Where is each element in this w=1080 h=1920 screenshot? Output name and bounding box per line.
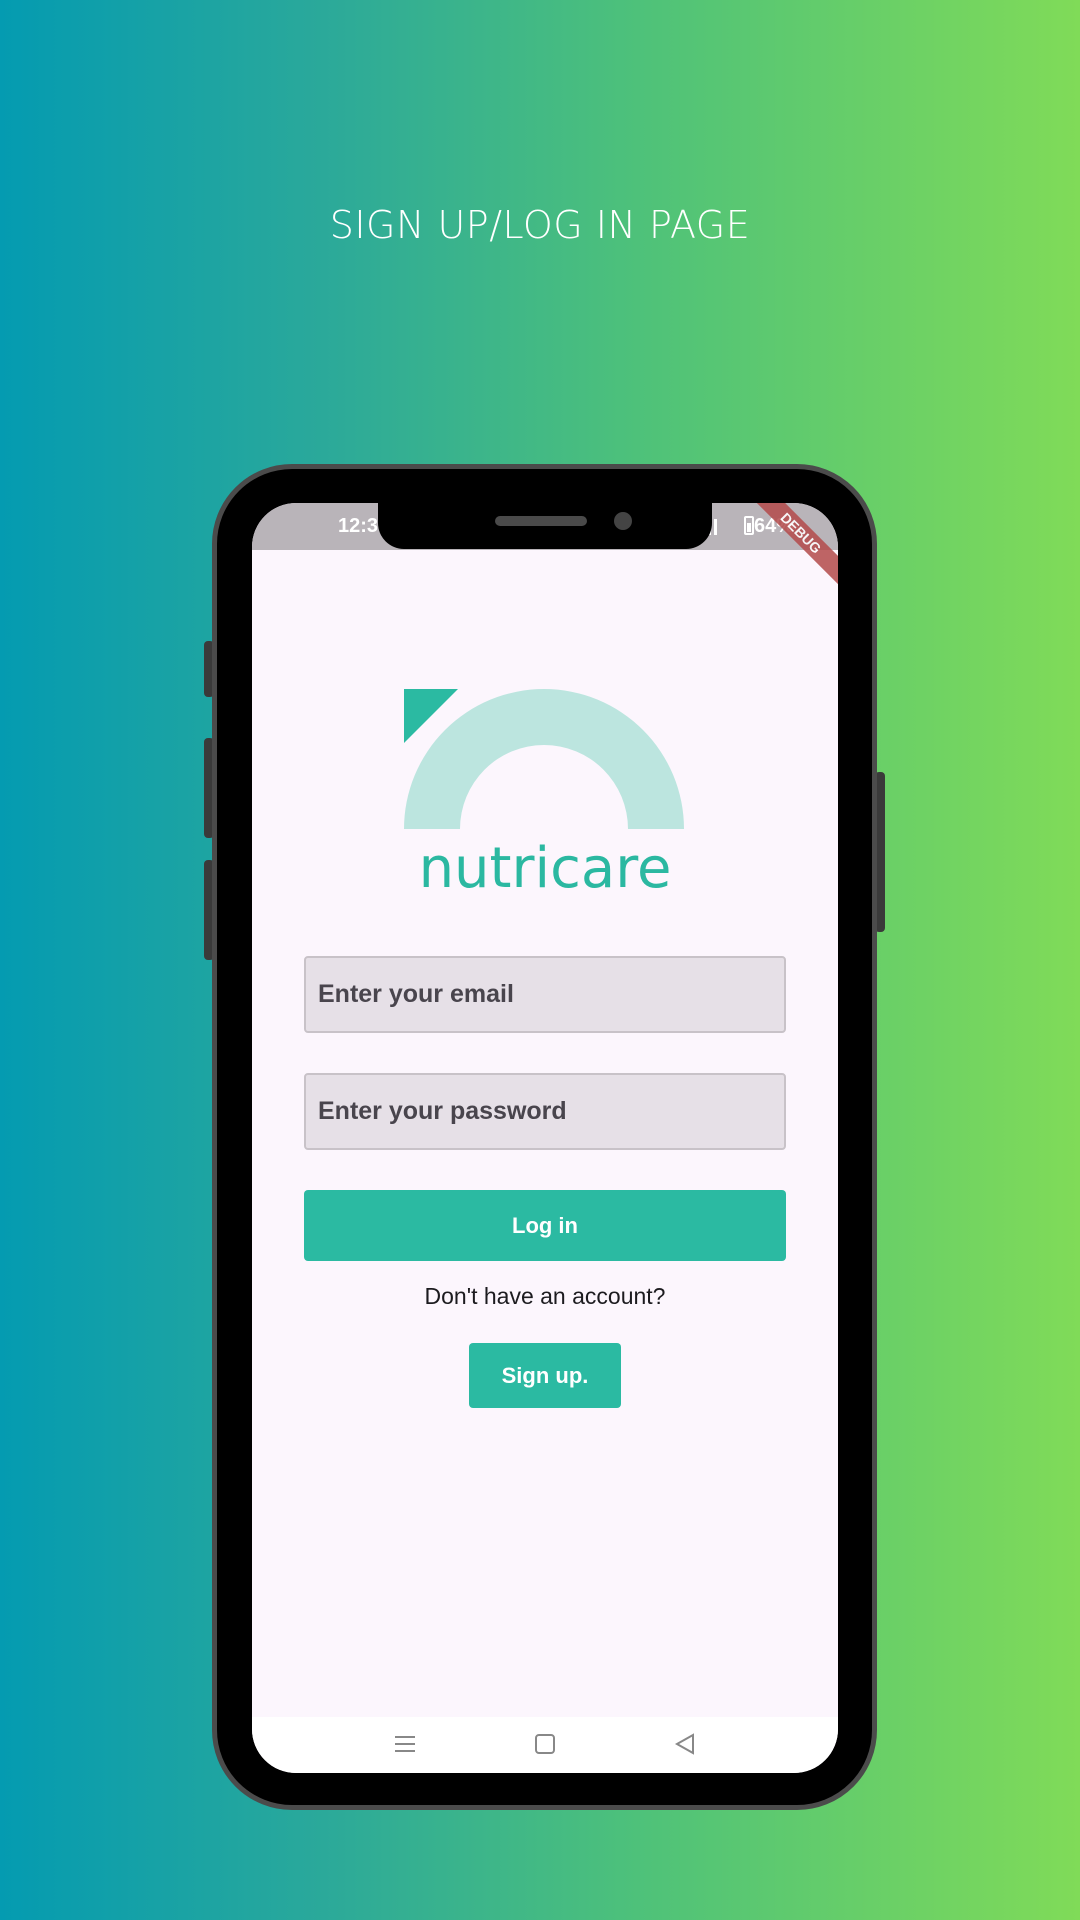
- email-field[interactable]: Enter your email: [304, 956, 786, 1033]
- page-heading: SIGN UP/LOG IN PAGE: [329, 203, 751, 247]
- password-field[interactable]: Enter your password: [304, 1073, 786, 1150]
- home-icon[interactable]: [534, 1733, 556, 1755]
- front-camera: [614, 512, 632, 530]
- phone-screen: 12:3 64% DEBUG nutricare Enter your emai…: [252, 503, 838, 1773]
- battery-icon: [744, 516, 754, 535]
- account-prompt: Don't have an account?: [424, 1283, 666, 1309]
- login-button[interactable]: Log in: [304, 1190, 786, 1261]
- nutricare-logo-icon: [404, 689, 684, 829]
- status-time: 12:3: [338, 515, 379, 537]
- android-nav-bar: [252, 1717, 838, 1773]
- menu-icon[interactable]: [394, 1733, 416, 1755]
- brand-name: nutricare: [418, 836, 672, 901]
- phone-notch: [378, 503, 712, 549]
- signup-button[interactable]: Sign up.: [469, 1343, 621, 1408]
- speaker-grille: [495, 516, 587, 526]
- back-icon[interactable]: [674, 1733, 696, 1755]
